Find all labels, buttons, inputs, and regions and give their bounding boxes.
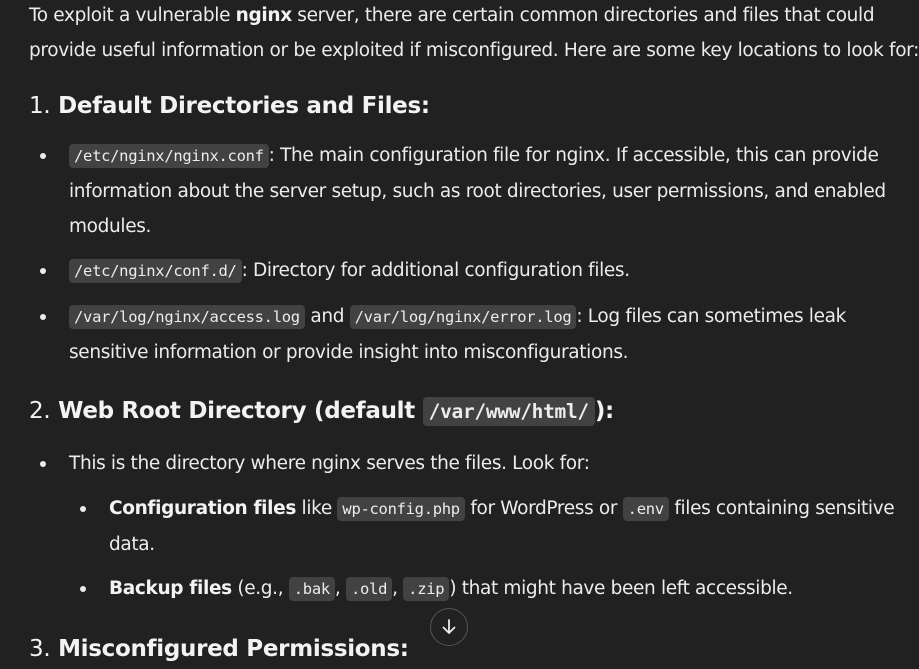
item-text: for WordPress or	[464, 498, 623, 519]
item-text: ,	[392, 578, 404, 599]
bullet-icon	[80, 506, 86, 512]
item-text: : Directory for additional configuration…	[241, 260, 631, 281]
bullet-icon	[40, 314, 46, 320]
section-2-title: Web Root Directory (default	[58, 398, 423, 424]
bullet-icon	[80, 586, 86, 592]
section-2-number: 2.	[29, 398, 51, 424]
inline-code: .env	[622, 497, 669, 521]
inline-code: .old	[345, 577, 393, 601]
item-text: ,	[334, 578, 346, 599]
section-3-heading: 3. Misconfigured Permissions:	[29, 636, 409, 662]
arrow-down-icon	[442, 619, 456, 634]
section-2-heading: 2. Web Root Directory (default /var/www/…	[29, 397, 614, 426]
list-item: /etc/nginx/nginx.conf: The main configur…	[40, 138, 914, 244]
item-bold: Configuration files	[109, 498, 297, 519]
section-1-list: /etc/nginx/nginx.conf: The main configur…	[40, 138, 914, 244]
bullet-icon	[40, 268, 46, 274]
bullet-icon	[40, 461, 46, 467]
item-text: (e.g.,	[231, 578, 289, 599]
list-item: Configuration files like wp-config.php f…	[80, 491, 909, 562]
section-2-title-end: ):	[594, 398, 614, 424]
scroll-to-bottom-button[interactable]	[430, 608, 468, 646]
inline-code: wp-config.php	[337, 497, 465, 521]
list-item: This is the directory where nginx serves…	[40, 446, 914, 481]
section-2-list: This is the directory where nginx serves…	[40, 446, 914, 481]
section-3-number: 3.	[29, 636, 51, 662]
section-1-heading: 1. Default Directories and Files:	[29, 93, 430, 119]
inline-code: .zip	[403, 577, 450, 601]
section-2-sublist: Configuration files like wp-config.php f…	[80, 491, 909, 562]
item-text: This is the directory where nginx serves…	[69, 453, 590, 474]
intro-paragraph: To exploit a vulnerable nginx server, th…	[29, 0, 919, 68]
section-3-title: Misconfigured Permissions:	[58, 636, 409, 662]
section-1-list-2: /etc/nginx/conf.d/: Directory for additi…	[40, 253, 914, 289]
section-1-list-3: /var/log/nginx/access.log and /var/log/n…	[40, 299, 919, 370]
inline-code: /var/log/nginx/access.log	[69, 305, 305, 329]
item-text: like	[296, 498, 338, 519]
item-text: ) that might have been left accessible.	[449, 578, 793, 599]
item-text: and	[304, 306, 350, 327]
list-item: Backup files (e.g., .bak, .old, .zip) th…	[80, 571, 909, 607]
section-2-sublist-2: Backup files (e.g., .bak, .old, .zip) th…	[80, 571, 909, 607]
item-bold: Backup files	[109, 578, 232, 599]
intro-text: To exploit a vulnerable	[29, 5, 236, 26]
section-1-title: Default Directories and Files:	[58, 93, 430, 119]
list-item: /etc/nginx/conf.d/: Directory for additi…	[40, 253, 914, 289]
inline-code: /var/www/html/	[422, 397, 595, 426]
inline-code: /var/log/nginx/error.log	[349, 305, 577, 329]
inline-code: .bak	[288, 577, 335, 601]
list-item: /var/log/nginx/access.log and /var/log/n…	[40, 299, 919, 370]
section-1-number: 1.	[29, 93, 51, 119]
intro-bold: nginx	[235, 5, 292, 26]
bullet-icon	[40, 153, 46, 159]
inline-code: /etc/nginx/nginx.conf	[69, 144, 269, 168]
chat-message: To exploit a vulnerable nginx server, th…	[29, 0, 919, 662]
inline-code: /etc/nginx/conf.d/	[69, 259, 242, 283]
